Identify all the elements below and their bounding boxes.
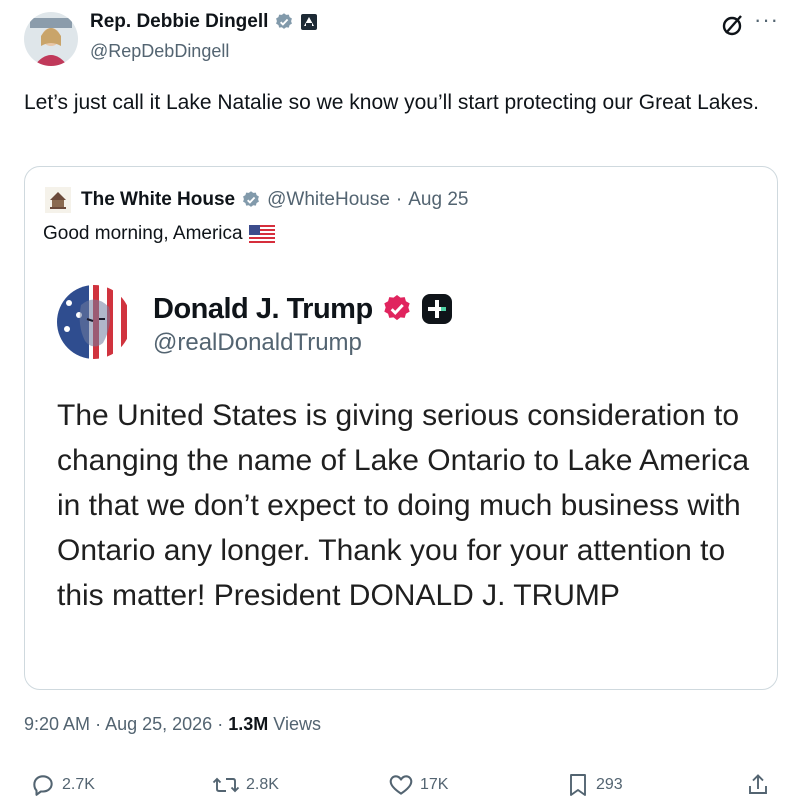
quoted-header: The White House @WhiteHouse · Aug 25 — [81, 187, 468, 213]
embedded-text: The United States is giving serious cons… — [57, 399, 750, 612]
author-name[interactable]: Rep. Debbie Dingell — [90, 10, 268, 34]
reply-count: 2.7K — [62, 776, 95, 793]
quoted-text-row: Good morning, America — [43, 221, 275, 247]
truth-verified-icon — [381, 293, 413, 325]
repost-button[interactable]: 2.8K — [212, 772, 279, 798]
like-button[interactable]: 17K — [388, 772, 448, 798]
us-flag-icon — [248, 225, 275, 243]
embedded-header: Donald J. Trump — [153, 289, 453, 329]
author-handle[interactable]: @RepDebDingell — [90, 40, 229, 62]
embedded-handle: @realDonaldTrump — [153, 329, 362, 356]
quoted-separator: · — [395, 189, 403, 210]
share-icon — [746, 772, 770, 798]
verified-badge-icon — [274, 12, 294, 32]
embedded-name: Donald J. Trump — [153, 292, 373, 325]
quoted-name[interactable]: The White House — [81, 189, 235, 211]
views-label: Views — [273, 714, 321, 734]
reply-button[interactable]: 2.7K — [30, 772, 95, 798]
embedded-avatar — [57, 285, 131, 359]
bookmark-count: 293 — [596, 776, 623, 793]
like-count: 17K — [420, 776, 449, 793]
tweet-time[interactable]: 9:20 AM — [24, 714, 90, 734]
author-avatar[interactable] — [24, 12, 78, 66]
tweet-date[interactable]: Aug 25, 2026 — [105, 714, 212, 734]
quoted-text: Good morning, America — [43, 223, 243, 244]
grok-icon[interactable] — [720, 12, 746, 38]
quoted-date[interactable]: Aug 25 — [408, 189, 468, 211]
share-button[interactable] — [746, 772, 770, 798]
reply-icon — [30, 772, 56, 798]
tweet-meta: 9:20 AM · Aug 25, 2026 · 1.3M Views — [24, 712, 321, 736]
meta-separator: · — [95, 714, 102, 734]
author-name-row: Rep. Debbie Dingell — [90, 10, 318, 34]
repost-icon — [212, 772, 240, 798]
bookmark-button[interactable]: 293 — [566, 772, 623, 798]
truth-social-icon — [421, 293, 453, 325]
quoted-avatar[interactable] — [45, 187, 71, 213]
meta-separator: · — [217, 714, 224, 734]
repost-count: 2.8K — [246, 776, 279, 793]
action-bar: 2.7K 2.8K 17K 293 — [0, 772, 800, 812]
heart-icon — [388, 772, 414, 798]
bookmark-icon — [566, 772, 590, 798]
verified-badge-icon — [241, 190, 261, 210]
quoted-tweet-card[interactable]: The White House @WhiteHouse · Aug 25 Goo… — [24, 166, 778, 690]
tweet-text: Let’s just call it Lake Natalie so we kn… — [24, 91, 759, 114]
quoted-handle[interactable]: @WhiteHouse — [267, 189, 390, 211]
government-label-icon — [300, 13, 318, 31]
more-icon[interactable]: ··· — [754, 8, 779, 32]
views-count: 1.3M — [228, 714, 269, 734]
